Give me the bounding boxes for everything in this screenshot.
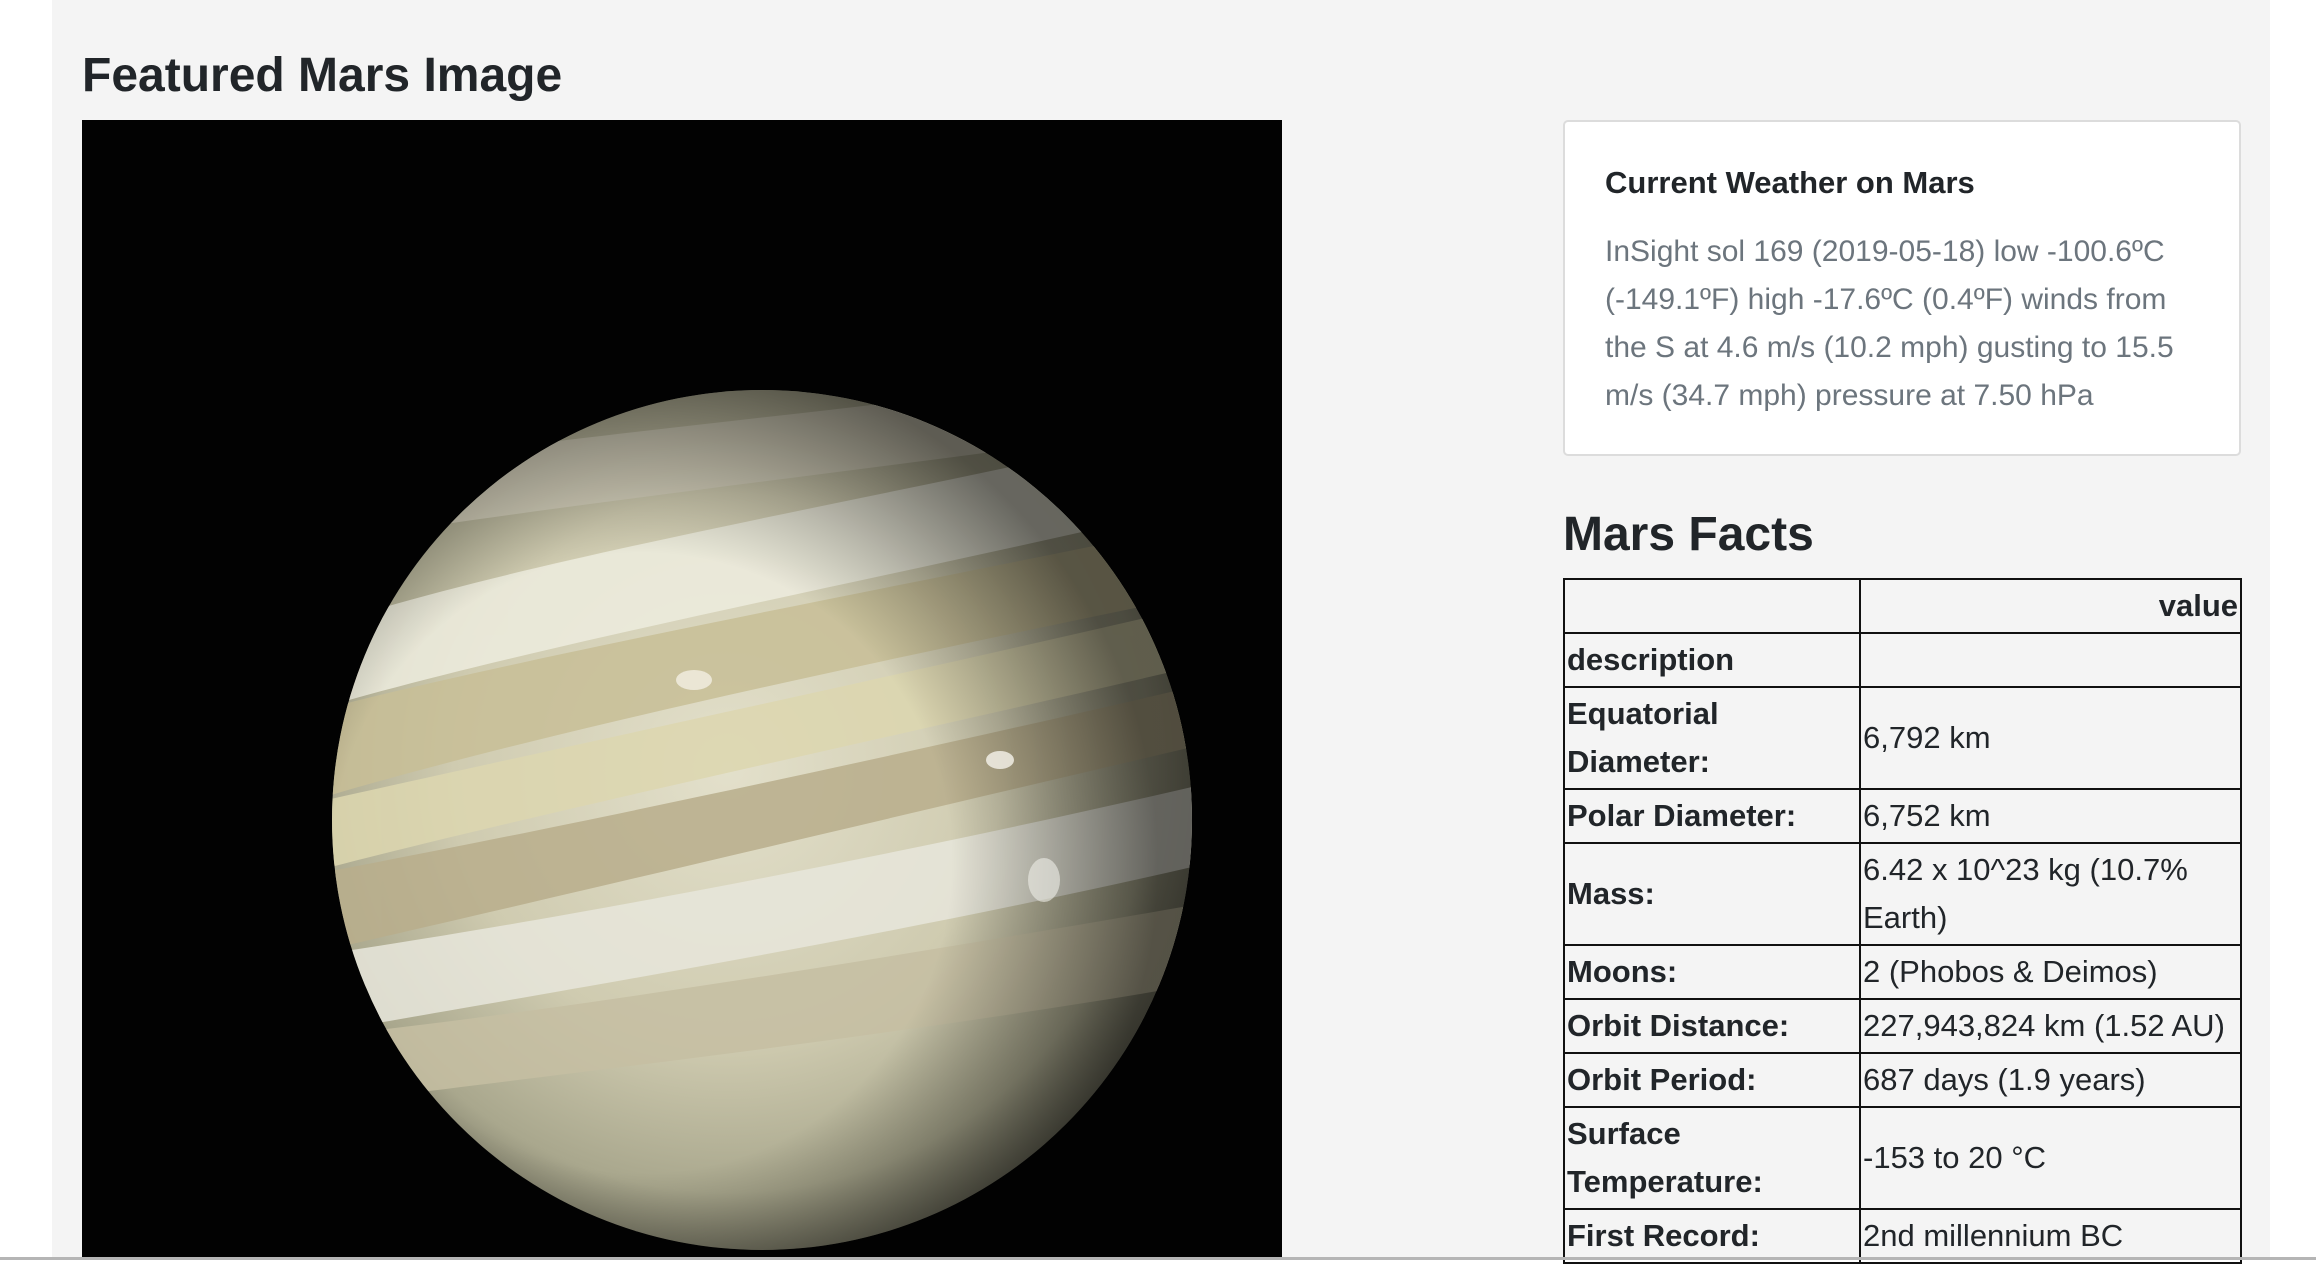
weather-card: Current Weather on Mars InSight sol 169 … bbox=[1563, 120, 2241, 456]
weather-text: InSight sol 169 (2019-05-18) low -100.6º… bbox=[1605, 235, 2174, 412]
value-column-header: value bbox=[1859, 578, 2242, 634]
fact-value: 227,943,824 km (1.52 AU) bbox=[1859, 998, 2242, 1054]
table-row: Polar Diameter: 6,752 km bbox=[1563, 788, 2242, 844]
fact-value: 687 days (1.9 years) bbox=[1859, 1052, 2242, 1108]
planet-image bbox=[82, 120, 1282, 1260]
table-row: Equatorial Diameter: 6,792 km bbox=[1563, 686, 2242, 790]
mars-facts-table: value description Equatorial Diameter: 6… bbox=[1563, 578, 2242, 1264]
table-header-row: value bbox=[1563, 578, 2242, 634]
weather-title: Current Weather on Mars bbox=[1605, 165, 1975, 200]
featured-image-title: Featured Mars Image bbox=[82, 49, 563, 102]
fact-value: 2 (Phobos & Deimos) bbox=[1859, 944, 2242, 1000]
fact-label: Mass: bbox=[1563, 842, 1861, 946]
fact-label: Equatorial Diameter: bbox=[1563, 686, 1861, 790]
fact-label: Polar Diameter: bbox=[1563, 788, 1861, 844]
table-row: Orbit Distance: 227,943,824 km (1.52 AU) bbox=[1563, 998, 2242, 1054]
fact-value: 6,752 km bbox=[1859, 788, 2242, 844]
description-index-header: description bbox=[1563, 632, 1861, 688]
fact-label: Orbit Distance: bbox=[1563, 998, 1861, 1054]
mars-facts-title: Mars Facts bbox=[1563, 508, 1814, 561]
fact-value: -153 to 20 °C bbox=[1859, 1106, 2242, 1210]
table-index-row: description bbox=[1563, 632, 2242, 688]
table-row: Surface Temperature: -153 to 20 °C bbox=[1563, 1106, 2242, 1210]
empty-index-cell bbox=[1859, 632, 2242, 688]
featured-image[interactable] bbox=[82, 120, 1282, 1260]
table-row: Moons: 2 (Phobos & Deimos) bbox=[1563, 944, 2242, 1000]
fact-value: 6.42 x 10^23 kg (10.7% Earth) bbox=[1859, 842, 2242, 946]
fact-value: 2nd millennium BC bbox=[1859, 1208, 2242, 1264]
fact-label: Moons: bbox=[1563, 944, 1861, 1000]
fact-label: Surface Temperature: bbox=[1563, 1106, 1861, 1210]
table-corner-cell bbox=[1563, 578, 1861, 634]
fact-label: Orbit Period: bbox=[1563, 1052, 1861, 1108]
table-row: First Record: 2nd millennium BC bbox=[1563, 1208, 2242, 1264]
fact-label: First Record: bbox=[1563, 1208, 1861, 1264]
table-row: Orbit Period: 687 days (1.9 years) bbox=[1563, 1052, 2242, 1108]
table-row: Mass: 6.42 x 10^23 kg (10.7% Earth) bbox=[1563, 842, 2242, 946]
fact-value: 6,792 km bbox=[1859, 686, 2242, 790]
